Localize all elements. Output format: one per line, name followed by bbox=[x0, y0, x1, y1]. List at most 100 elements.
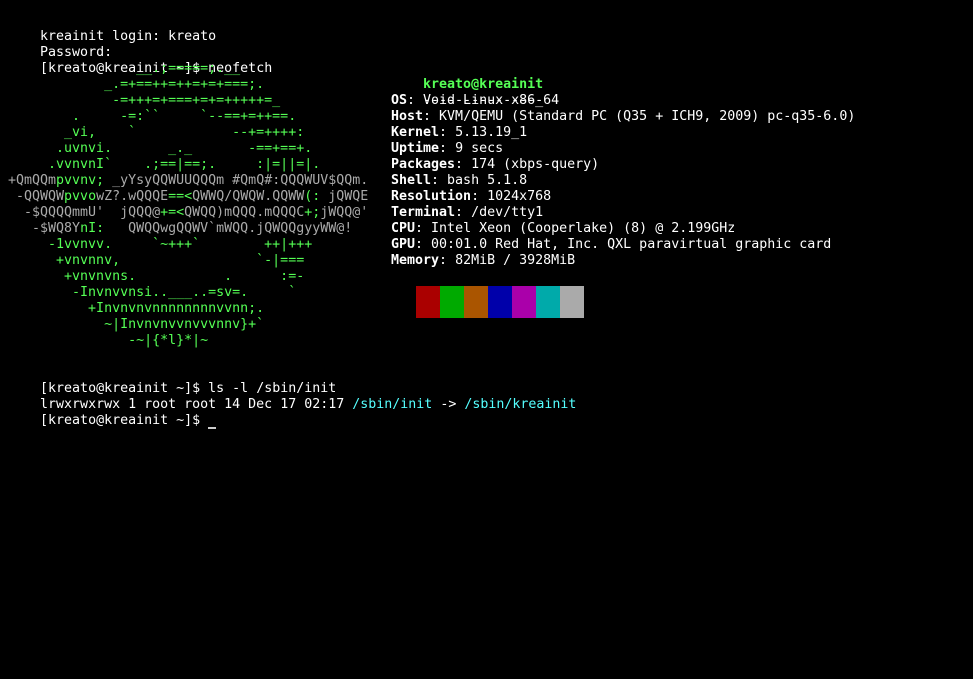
logo-segment: +QmQQm bbox=[8, 173, 57, 188]
info-separator: --------------- bbox=[391, 77, 543, 108]
color-swatch bbox=[416, 286, 440, 318]
info-colon: : bbox=[439, 141, 456, 156]
login-line: kreainit login: kreato bbox=[8, 13, 216, 44]
neofetch-command-line: [kreato@kreainit ~]$ neofetch bbox=[8, 45, 272, 76]
logo-segment: -~|{*l}*|~ bbox=[8, 333, 209, 348]
color-swatch bbox=[440, 286, 464, 318]
logo-segment: (: bbox=[304, 189, 329, 204]
info-key: CPU bbox=[391, 221, 416, 236]
info-row-resolution: Resolution: 1024x768 bbox=[391, 189, 551, 205]
info-key: Packages bbox=[391, 157, 456, 172]
logo-line: -1vvnvv. `~+++` ++|+++ bbox=[8, 237, 312, 253]
logo-line: +vnvnnv, `-|=== bbox=[8, 253, 304, 269]
info-value: 00:01.0 Red Hat, Inc. QXL paravirtual gr… bbox=[431, 237, 832, 252]
logo-line: __.;=====;.__ bbox=[8, 61, 240, 77]
info-colon: : bbox=[407, 93, 424, 108]
logo-line: .vvnvnI` .;==|==;. :|=||=|. bbox=[8, 157, 320, 173]
color-palette bbox=[416, 286, 584, 318]
logo-line: -$QQQQmmU' jQQQ@+=<QWQQ)mQQQ.mQQQC+;jWQQ… bbox=[8, 205, 368, 221]
logo-line: -~|{*l}*|~ bbox=[8, 333, 208, 349]
symlink-target: /sbin/kreainit bbox=[464, 397, 577, 412]
symlink-arrow: -> bbox=[432, 397, 465, 412]
logo-segment: QWWQ/QWQW.QQWW bbox=[192, 189, 305, 204]
info-colon: : bbox=[471, 189, 488, 204]
info-key: Host bbox=[391, 109, 424, 124]
logo-line: -Invnvvnsi..___..=sv=. ` bbox=[8, 285, 296, 301]
info-colon: : bbox=[439, 253, 456, 268]
logo-segment: +vnvnnv, `-|=== bbox=[8, 253, 305, 268]
info-colon: : bbox=[431, 173, 448, 188]
logo-segment: +Invnvnvnnnnnnnnvvnn;. bbox=[8, 301, 265, 316]
ls-output-line: lrwxrwxrwx 1 root root 14 Dec 17 02:17 /… bbox=[8, 381, 576, 412]
logo-segment: +vnvnvns. . :=- bbox=[8, 269, 305, 284]
info-row-os: OS: Void Linux x86_64 bbox=[391, 93, 559, 109]
text-cursor[interactable] bbox=[208, 414, 217, 429]
logo-segment: QWQQwgQQWV`mWQQ.jQWQQgyyWW@! bbox=[104, 221, 353, 236]
info-value: KVM/QEMU (Standard PC (Q35 + ICH9, 2009)… bbox=[439, 109, 856, 124]
info-row-kernel: Kernel: 5.13.19_1 bbox=[391, 125, 527, 141]
logo-segment: jQWQE bbox=[328, 189, 369, 204]
ls-command-line: [kreato@kreainit ~]$ ls -l /sbin/init bbox=[8, 365, 336, 396]
info-key: Shell bbox=[391, 173, 432, 188]
info-value: bash 5.1.8 bbox=[447, 173, 528, 188]
info-key: Uptime bbox=[391, 141, 440, 156]
color-swatch bbox=[512, 286, 536, 318]
logo-segment: +; bbox=[304, 205, 321, 220]
logo-segment: .uvnvi. _._ -==+==+. bbox=[8, 141, 313, 156]
info-key: Kernel bbox=[391, 125, 440, 140]
logo-line: _.=+==++=++=+=+===;. bbox=[8, 77, 264, 93]
logo-segment bbox=[8, 61, 136, 76]
info-value: 9 secs bbox=[455, 141, 504, 156]
logo-segment: _yYsyQQWUUQQQm #QmQ#:QQQWUV$QQm. bbox=[112, 173, 369, 188]
info-row-uptime: Uptime: 9 secs bbox=[391, 141, 503, 157]
info-value: 82MiB / 3928MiB bbox=[455, 253, 576, 268]
info-value: /dev/tty1 bbox=[471, 205, 544, 220]
logo-line: . -=:`` `--==+=++==. bbox=[8, 109, 296, 125]
logo-line: +Invnvnvnnnnnnnnvvnn;. bbox=[8, 301, 264, 317]
logo-segment: -Invnvvnsi..___..=sv=. ` bbox=[8, 285, 297, 300]
logo-segment: .vvnvnI` .;==|==;. :|=||=|. bbox=[8, 157, 321, 172]
logo-segment: _vi, ` --+=++++: bbox=[8, 125, 305, 140]
logo-line: .uvnvi. _._ -==+==+. bbox=[8, 141, 312, 157]
color-swatch bbox=[560, 286, 584, 318]
logo-segment: -=+++=+===+=+=+++++=_ bbox=[8, 93, 281, 108]
logo-segment: wZ?.wQQQE bbox=[96, 189, 169, 204]
logo-segment: jWQQ@' bbox=[320, 205, 369, 220]
info-key: Terminal bbox=[391, 205, 456, 220]
info-key: OS bbox=[391, 93, 408, 108]
info-row-gpu: GPU: 00:01.0 Red Hat, Inc. QXL paravirtu… bbox=[391, 237, 831, 253]
info-value: Intel Xeon (Cooperlake) (8) @ 2.199GHz bbox=[431, 221, 736, 236]
info-key: Memory bbox=[391, 253, 440, 268]
password-line: Password: bbox=[8, 29, 112, 60]
logo-segment: ~|Invnvnvvnvvvnnv}+` bbox=[8, 317, 265, 332]
color-swatch bbox=[536, 286, 560, 318]
logo-line: _vi, ` --+=++++: bbox=[8, 125, 304, 141]
info-value: 1024x768 bbox=[487, 189, 552, 204]
logo-line: -QQWQWpvvowZ?.wQQQE==<QWWQ/QWQW.QQWW(: j… bbox=[8, 189, 368, 205]
info-row-terminal: Terminal: /dev/tty1 bbox=[391, 205, 543, 221]
info-colon: : bbox=[439, 125, 456, 140]
logo-segment: +=< bbox=[160, 205, 185, 220]
logo-segment: -QQWQW bbox=[8, 189, 65, 204]
logo-line: +QmQQmpvvnv; _yYsyQQWUUQQQm #QmQ#:QQQWUV… bbox=[8, 173, 368, 189]
terminal-screen[interactable]: kreainit login: kreato Password: [kreato… bbox=[0, 0, 973, 679]
symlink-name: /sbin/init bbox=[352, 397, 433, 412]
info-colon: : bbox=[415, 221, 432, 236]
info-colon: : bbox=[455, 157, 472, 172]
logo-segment: ==< bbox=[168, 189, 193, 204]
info-colon: : bbox=[455, 205, 472, 220]
logo-line: -$WQ8YnI: QWQQwgQQWV`mWQQ.jQWQQgyyWW@! bbox=[8, 221, 352, 237]
logo-segment: pvvo bbox=[64, 189, 97, 204]
logo-segment: pvvnv; bbox=[56, 173, 113, 188]
logo-segment: -1vvnvv. `~+++` ++|+++ bbox=[8, 237, 313, 252]
logo-segment: -$QQQQmmU' jQQQ@ bbox=[8, 205, 161, 220]
info-row-cpu: CPU: Intel Xeon (Cooperlake) (8) @ 2.199… bbox=[391, 221, 735, 237]
logo-segment: __.;=====;.__ bbox=[136, 61, 241, 76]
active-prompt-line[interactable]: [kreato@kreainit ~]$ bbox=[8, 397, 217, 429]
info-colon: : bbox=[423, 109, 440, 124]
info-key: Resolution bbox=[391, 189, 472, 204]
info-colon: : bbox=[415, 237, 432, 252]
logo-segment: . -=:`` `--==+=++==. bbox=[8, 109, 297, 124]
logo-line: ~|Invnvnvvnvvvnnv}+` bbox=[8, 317, 264, 333]
color-swatch bbox=[464, 286, 488, 318]
